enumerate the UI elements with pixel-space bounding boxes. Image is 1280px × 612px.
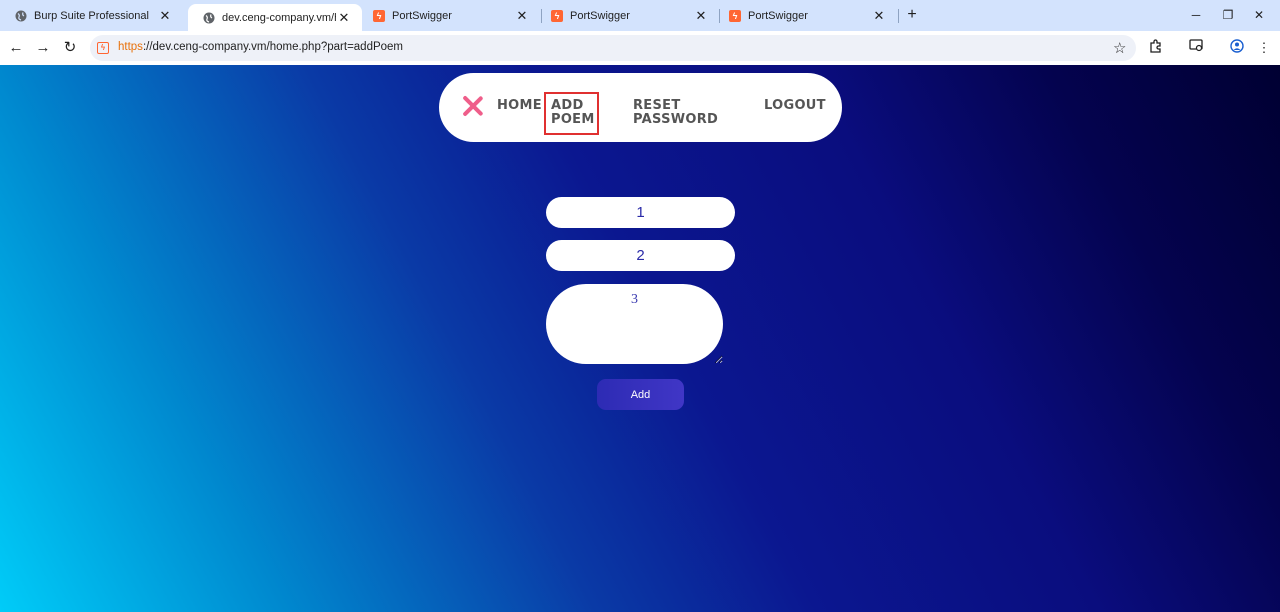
- poem-field-1[interactable]: [546, 197, 735, 228]
- new-tab-icon[interactable]: +: [903, 7, 921, 25]
- nav-add-poem-link[interactable]: ADD POEM: [544, 92, 599, 135]
- url-path: ://dev.ceng-company.vm/home.php?part=add…: [142, 41, 404, 53]
- tab-portswigger-1[interactable]: ϟ PortSwigger ✕: [358, 0, 540, 31]
- tab-title: PortSwigger: [748, 9, 808, 22]
- tab-separator: [898, 9, 899, 23]
- page-background: HOME ADD POEM RESET PASSWORD LOGOUT Add: [0, 65, 1280, 612]
- close-tab-icon[interactable]: ✕: [157, 8, 173, 24]
- tab-dev-ceng[interactable]: dev.ceng-company.vm/home.php?part=addPoe…: [188, 4, 362, 31]
- extensions-icon[interactable]: [1147, 39, 1165, 57]
- address-bar[interactable]: ϟ https://dev.ceng-company.vm/home.php?p…: [90, 35, 1136, 61]
- tab-portswigger-3[interactable]: ϟ PortSwigger ✕: [714, 0, 897, 31]
- tab-title: PortSwigger: [570, 9, 630, 22]
- globe-icon: [15, 10, 27, 22]
- bookmark-star-icon[interactable]: ☆: [1113, 39, 1126, 57]
- portswigger-icon: ϟ: [729, 9, 741, 22]
- poem-field-2[interactable]: [546, 240, 735, 271]
- portswigger-icon: ϟ: [373, 9, 385, 22]
- close-tab-icon[interactable]: ✕: [693, 8, 709, 24]
- tab-strip: Burp Suite Professional ✕ dev.ceng-compa…: [0, 0, 1280, 31]
- tab-portswigger-2[interactable]: ϟ PortSwigger ✕: [536, 0, 719, 31]
- nav-logout-link[interactable]: LOGOUT: [764, 99, 826, 113]
- portswigger-icon: ϟ: [551, 9, 563, 22]
- portswigger-icon: ϟ: [97, 42, 109, 54]
- restore-icon[interactable]: ❐: [1220, 7, 1236, 23]
- url-text[interactable]: https://dev.ceng-company.vm/home.php?par…: [118, 41, 403, 53]
- poem-textarea[interactable]: [546, 284, 723, 364]
- globe-icon: [203, 12, 215, 24]
- close-tab-icon[interactable]: ✕: [871, 8, 887, 24]
- nav-home-link[interactable]: HOME: [497, 99, 542, 113]
- profile-icon[interactable]: [1228, 39, 1246, 57]
- close-tab-icon[interactable]: ✕: [514, 8, 530, 24]
- browser-toolbar: ← → ↻ ϟ https://dev.ceng-company.vm/home…: [0, 31, 1280, 65]
- add-button[interactable]: Add: [597, 379, 684, 410]
- close-tab-icon[interactable]: ✕: [336, 10, 352, 26]
- close-menu-icon[interactable]: [462, 95, 484, 117]
- tab-title: Burp Suite Professional: [34, 9, 149, 22]
- site-navbar: HOME ADD POEM RESET PASSWORD LOGOUT: [439, 73, 842, 142]
- tab-title: PortSwigger: [392, 9, 452, 22]
- minimize-icon[interactable]: ─: [1188, 7, 1204, 23]
- reload-icon[interactable]: ↻: [60, 38, 80, 58]
- back-icon[interactable]: ←: [6, 38, 26, 58]
- tab-burp-suite[interactable]: Burp Suite Professional ✕: [0, 0, 183, 31]
- forward-icon[interactable]: →: [33, 38, 53, 58]
- cast-icon[interactable]: [1187, 39, 1205, 57]
- menu-kebab-icon[interactable]: ⋮: [1255, 39, 1273, 57]
- close-window-icon[interactable]: ✕: [1251, 7, 1267, 23]
- url-scheme: https: [118, 41, 143, 53]
- tab-title: dev.ceng-company.vm/home.php?part=addPoe…: [222, 11, 336, 24]
- nav-reset-password-link[interactable]: RESET PASSWORD: [633, 99, 723, 127]
